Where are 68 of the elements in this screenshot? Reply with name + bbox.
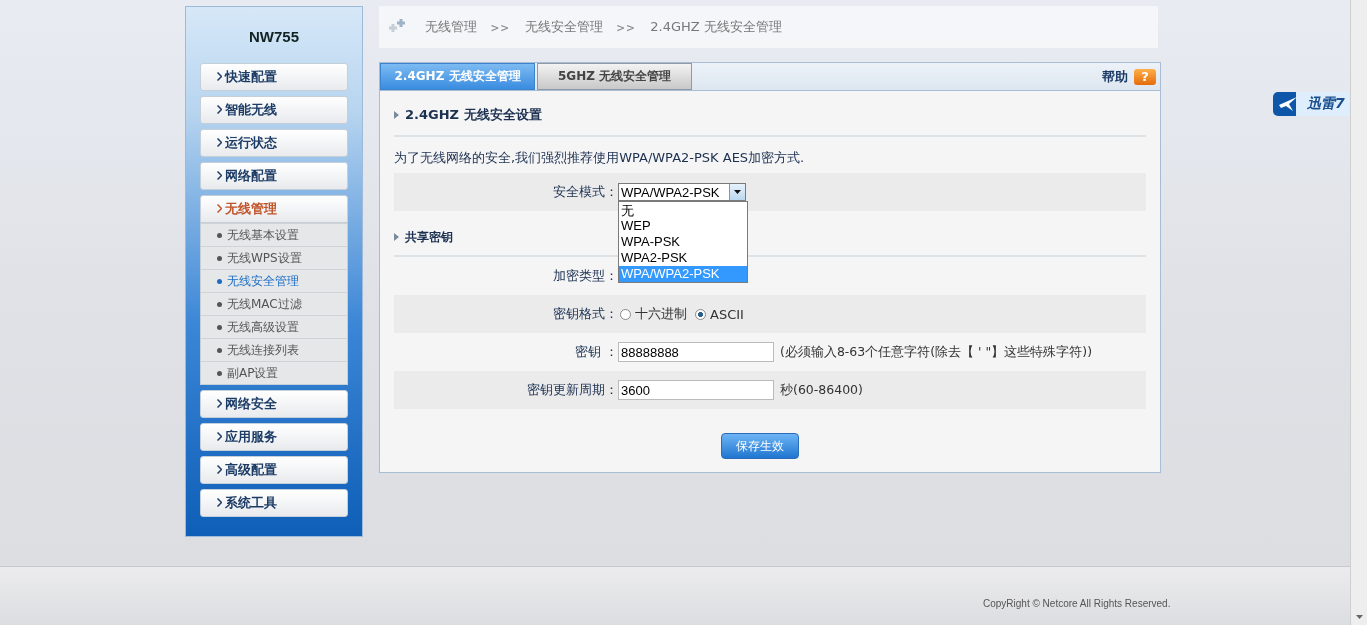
field-label: 加密类型： [552,267,618,285]
menu-button[interactable]: 系统工具 [200,489,348,517]
chevron-icon [217,105,222,114]
submenu-item[interactable]: 无线MAC过滤 [201,292,347,315]
chevron-icon [217,465,222,474]
submenu-item[interactable]: 无线安全管理 [201,269,347,292]
bullet-icon [217,232,222,238]
bullet-icon [217,324,222,330]
triangle-icon [394,111,399,119]
menu-button[interactable]: 高级配置 [200,456,348,484]
chevron-icon [217,432,222,441]
bullet-icon [217,255,222,261]
dropdown-option[interactable]: WPA-PSK [619,234,747,250]
breadcrumb-separator: >> [491,19,511,35]
bullet-icon [217,301,222,307]
dropdown-option[interactable]: 无 [619,202,747,218]
bullet-icon [217,278,222,284]
plus-icon [387,19,407,35]
menu-button[interactable]: 无线管理 [200,195,348,223]
field-label: 安全模式： [552,183,618,201]
menu-button[interactable]: 智能无线 [200,96,348,124]
text-input[interactable]: 88888888 [618,342,774,362]
radio-label[interactable]: ASCII [710,306,744,322]
section-title: 共享密钥 [405,228,453,246]
breadcrumb-separator: >> [616,19,637,35]
breadcrumb-item[interactable]: 无线安全管理 [524,18,603,36]
submenu-item[interactable]: 无线高级设置 [201,315,347,338]
chevron-icon [217,72,222,81]
breadcrumb-item[interactable]: 2.4GHZ 无线安全管理 [650,18,782,36]
dropdown-option[interactable]: WEP [619,218,747,234]
dropdown-option[interactable]: WPA2-PSK [619,250,747,266]
menu-button[interactable]: 网络配置 [200,162,348,190]
notice-text: 为了无线网络的安全,我们强烈推荐使用WPA/WPA2-PSK AES加密方式. [394,149,806,167]
field-hint: 秒(60-86400) [780,381,863,399]
triangle-icon [394,233,399,241]
menu-button[interactable]: 网络安全 [200,390,348,418]
chevron-icon [217,204,222,213]
floating-badge[interactable]: 迅雷7 [1273,92,1349,116]
help-link[interactable]: 帮助 [1102,67,1128,86]
scroll-down-icon[interactable] [1355,615,1363,619]
text-input[interactable]: 3600 [618,380,774,400]
radio-button[interactable] [695,308,706,320]
chevron-icon [217,171,222,180]
chevron-icon [217,138,222,147]
section-title: 2.4GHZ 无线安全设置 [405,106,542,124]
security-mode-select[interactable]: WPA/WPA2-PSK [618,183,746,201]
breadcrumb-item[interactable]: 无线管理 [425,18,477,36]
radio-button[interactable] [620,308,631,320]
field-label: 密钥更新周期： [526,381,618,399]
submenu-item[interactable]: 无线基本设置 [201,223,347,246]
field-hint: (必须输入8-63个任意字符(除去【 ' "】这些特殊字符)) [780,343,1092,361]
radio-label[interactable]: 十六进制 [635,305,687,323]
chevron-icon [217,399,222,408]
menu-button[interactable]: 应用服务 [200,423,348,451]
scrollbar[interactable] [1350,0,1367,625]
menu-button[interactable]: 快速配置 [200,63,348,91]
copyright-text: CopyRight © Netcore All Rights Reserved. [983,597,1171,609]
chevron-icon [217,498,222,507]
menu-button[interactable]: 运行状态 [200,129,348,157]
field-label: 密钥格式： [552,305,618,323]
submenu-item[interactable]: 无线连接列表 [201,338,347,361]
submenu-item[interactable]: 无线WPS设置 [201,246,347,269]
bullet-icon [217,347,222,353]
bullet-icon [217,370,222,376]
submenu-item[interactable]: 副AP设置 [201,361,347,384]
tab[interactable]: 5GHZ 无线安全管理 [537,63,692,90]
model-name: NW755 [249,28,299,45]
field-label: 密钥 ： [573,343,618,361]
